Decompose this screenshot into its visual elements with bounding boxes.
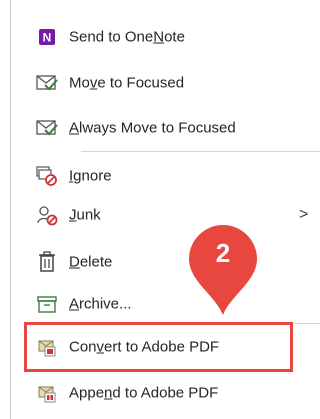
menu-item-delete[interactable]: Delete	[11, 240, 320, 284]
menu-item-move-to-focused[interactable]: Move to Focused	[11, 61, 320, 105]
menu-item-junk[interactable]: Junk >	[11, 193, 320, 237]
envelope-check-icon	[35, 116, 59, 140]
menu-item-label: Delete	[69, 253, 113, 271]
highlight-box	[24, 322, 293, 372]
onenote-icon: N	[35, 25, 59, 49]
step-number: 2	[215, 238, 231, 268]
menu-item-label: Append to Adobe PDF	[69, 384, 219, 402]
menu-item-ignore[interactable]: Ignore	[11, 154, 320, 198]
svg-text:N: N	[43, 31, 52, 45]
archive-icon	[35, 292, 59, 316]
menu-item-label: Ignore	[69, 167, 112, 185]
menu-item-label: Always Move to Focused	[69, 119, 236, 137]
menu-item-append-to-adobe-pdf[interactable]: Append to Adobe PDF	[11, 371, 320, 415]
append-pdf-icon	[35, 381, 59, 405]
menu-item-send-to-onenote[interactable]: N Send to OneNote	[11, 15, 320, 59]
menu-item-always-move-to-focused[interactable]: Always Move to Focused	[11, 106, 320, 150]
chevron-right-icon: >	[299, 206, 309, 223]
envelope-check-icon	[35, 71, 59, 95]
junk-icon	[35, 203, 59, 227]
menu-divider	[81, 151, 320, 152]
menu-item-archive[interactable]: Archive...	[11, 282, 320, 326]
menu-item-label: Send to OneNote	[69, 28, 185, 46]
ignore-icon	[35, 164, 59, 188]
menu-item-label: Junk	[69, 206, 101, 224]
menu-item-label: Archive...	[69, 295, 132, 313]
trash-icon	[35, 250, 59, 274]
menu-item-label: Move to Focused	[69, 74, 185, 92]
